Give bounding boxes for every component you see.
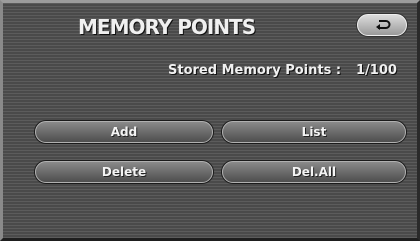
return-arrow-icon [376,20,391,30]
add-button[interactable]: Add [35,121,213,143]
page-title: MEMORY POINTS [78,15,256,39]
delete-all-button[interactable]: Del.All [222,161,406,183]
list-button[interactable]: List [222,121,406,143]
back-button[interactable] [357,14,407,36]
stored-memory-points-value: 1/100 [356,63,397,78]
memory-points-screen: MEMORY POINTS Stored Memory Points : 1/1… [0,0,420,241]
stored-memory-points-label: Stored Memory Points : [168,63,342,78]
delete-button[interactable]: Delete [35,161,213,183]
